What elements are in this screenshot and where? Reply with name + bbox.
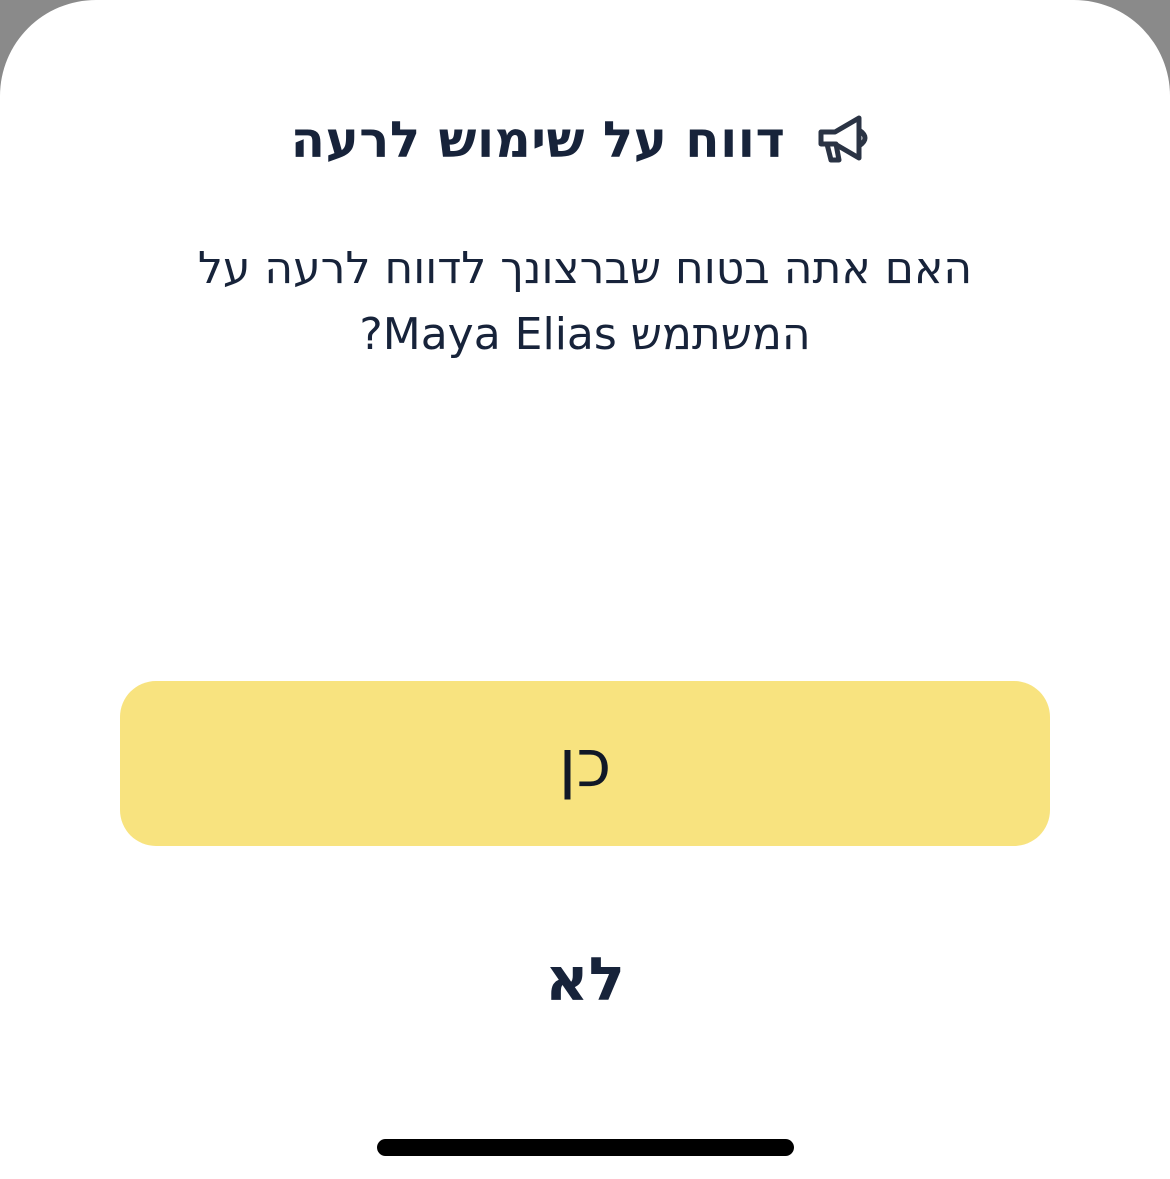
megaphone-icon [815, 112, 879, 168]
dialog-title: דווח על שימוש לרעה [290, 111, 786, 169]
dialog-message-line: האם אתה בטוח שברצונך לדווח לרעה על [197, 243, 973, 294]
cancel-button[interactable]: לא [435, 930, 735, 1030]
confirm-button-label: כן [558, 724, 612, 802]
dialog-message-line: המשתמש Maya Elias? [359, 309, 811, 360]
report-dialog-sheet: דווח על שימוש לרעה האם אתה בטוח שברצונך … [0, 0, 1170, 1179]
dialog-message: האם אתה בטוח שברצונך לדווח לרעה על המשתמ… [135, 236, 1035, 368]
dialog-header: דווח על שימוש לרעה [0, 100, 1170, 180]
home-indicator[interactable] [377, 1139, 794, 1156]
cancel-button-label: לא [545, 945, 625, 1015]
confirm-report-button[interactable]: כן [120, 681, 1050, 846]
